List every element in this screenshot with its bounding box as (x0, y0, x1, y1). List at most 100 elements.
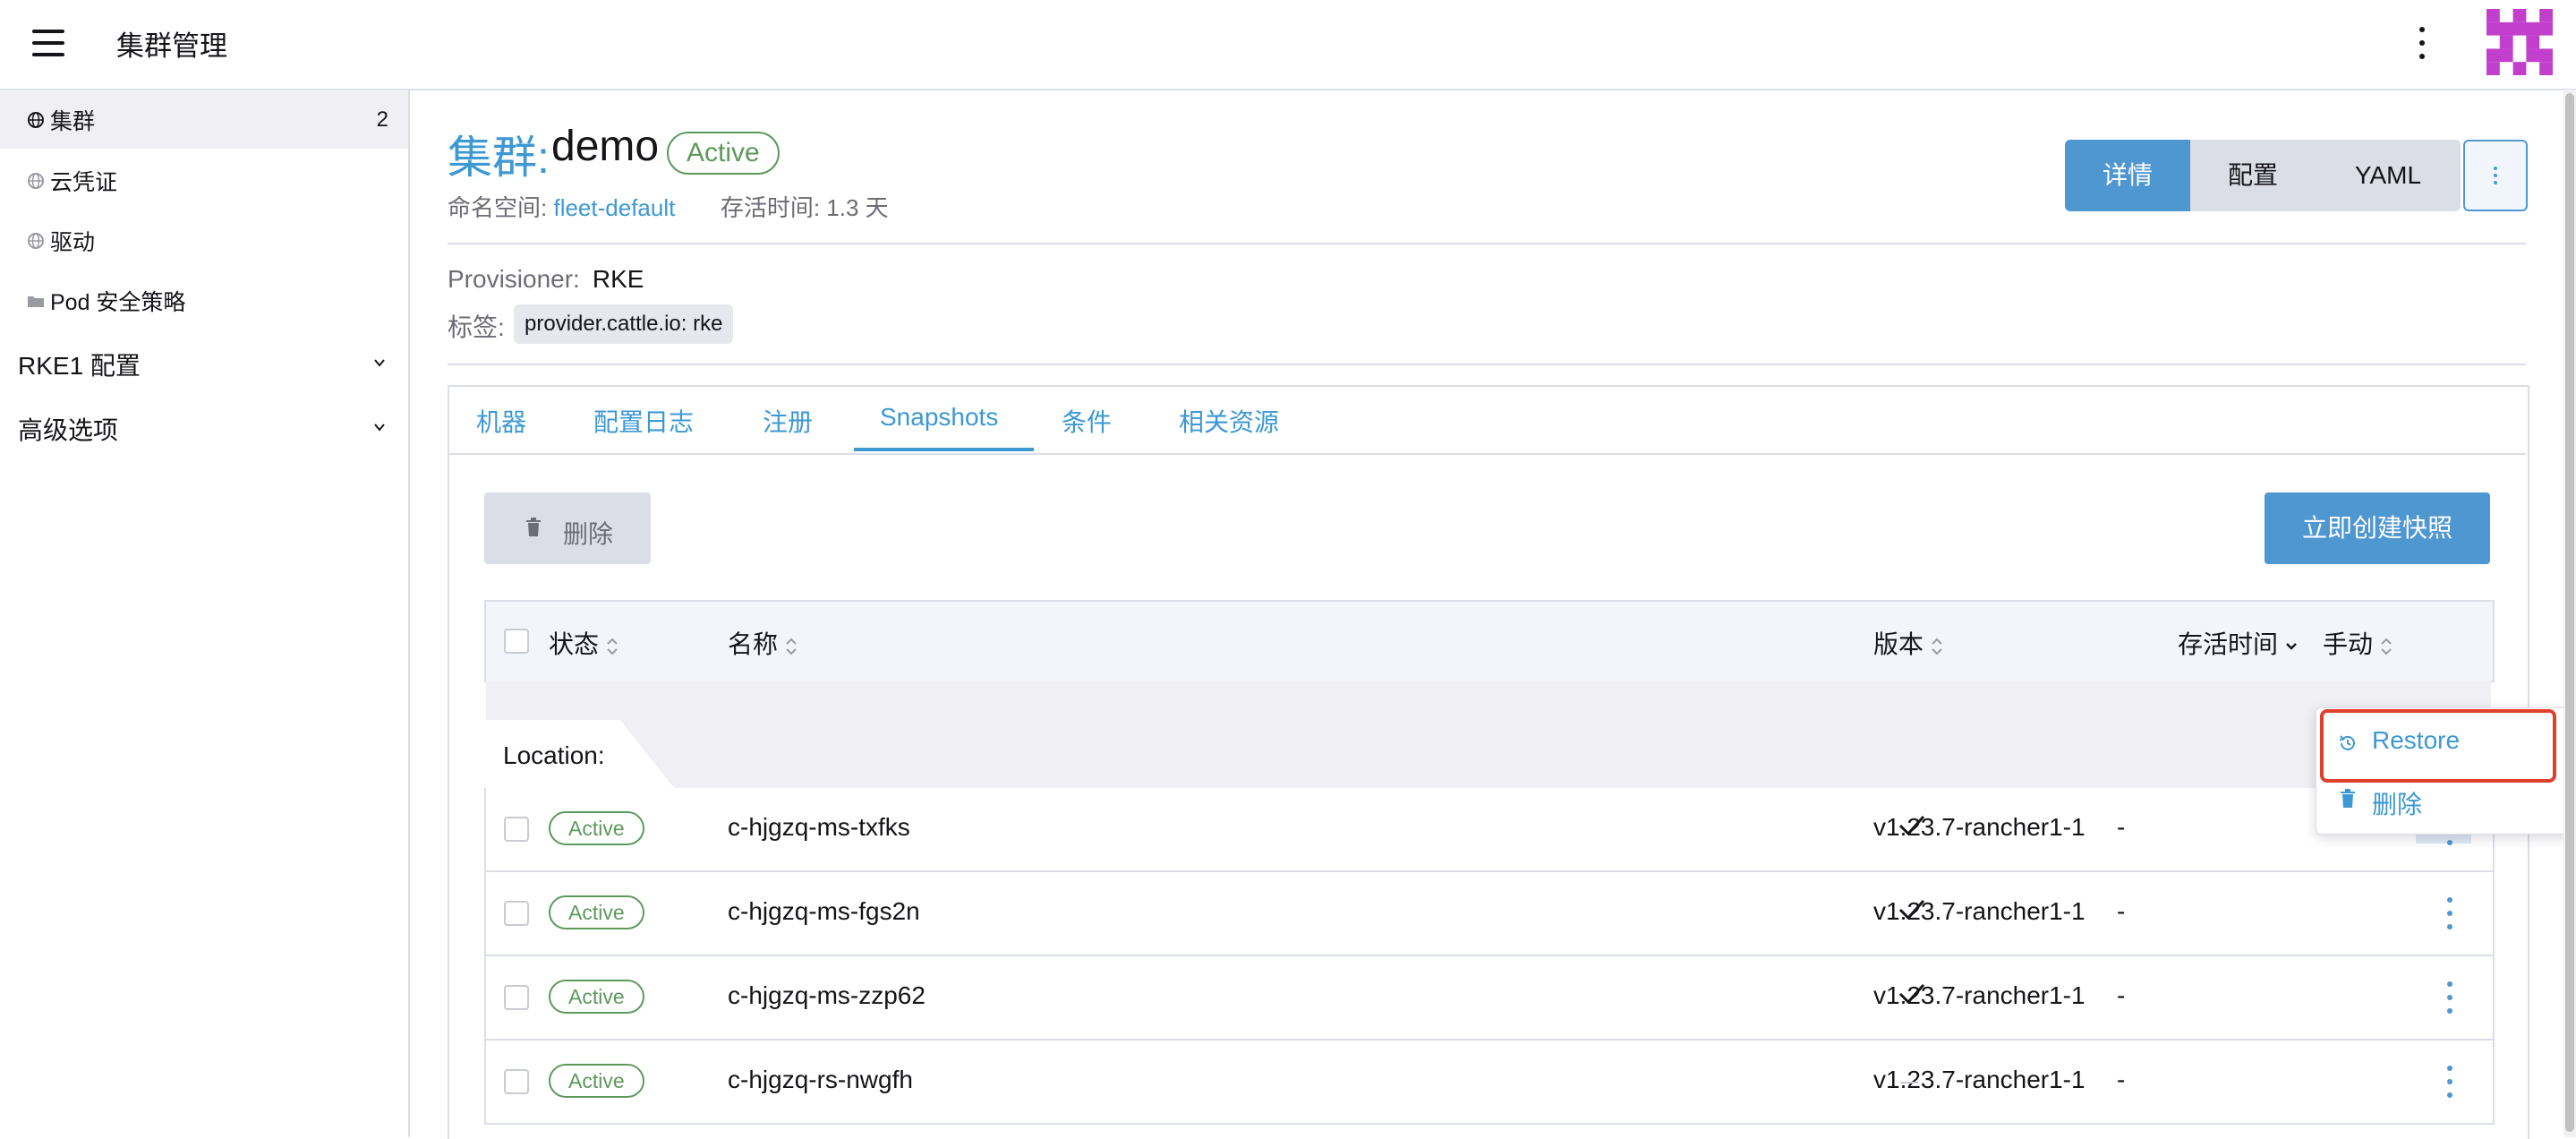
tab-conditions[interactable]: 条件 (1062, 403, 1112, 439)
row-actions-icon[interactable] (2441, 894, 2459, 933)
column-name[interactable]: 名称 (728, 625, 798, 661)
sidebar-item-label: Pod 安全策略 (50, 290, 186, 315)
namespace-link[interactable]: fleet-default (553, 194, 675, 221)
row-checkbox[interactable] (504, 985, 529, 1010)
sidebar-item-clusters[interactable]: 集群 2 (0, 91, 408, 149)
chevron-down-icon[interactable] (372, 420, 387, 434)
column-manual-label: 手动 (2323, 630, 2374, 658)
group-row (486, 681, 2491, 788)
provisioner-info: Provisioner: RKE (448, 265, 644, 294)
sidebar-item-label: 驱动 (50, 230, 96, 255)
sort-icon (1932, 638, 1942, 655)
sidebar-group-label: 高级选项 (18, 416, 119, 444)
page-title: demo (551, 123, 660, 170)
column-age[interactable]: 存活时间 (2178, 625, 2298, 661)
tab-registration[interactable]: 注册 (763, 403, 813, 439)
snapshot-name: c-hjgzq-ms-zzp62 (728, 981, 925, 1009)
column-name-label: 名称 (728, 630, 779, 658)
row-actions-icon[interactable] (2441, 1062, 2459, 1101)
sidebar-item-pod-security-policies[interactable]: Pod 安全策略 (0, 272, 408, 330)
snapshot-name: c-hjgzq-ms-txfks (728, 813, 910, 841)
snapshot-age: - (2117, 1066, 2126, 1093)
snapshot-version: v1.23.7-rancher1-1 (1873, 1066, 2086, 1093)
row-checkbox[interactable] (504, 1069, 529, 1094)
restore-highlight-box (2320, 709, 2556, 783)
table-row[interactable]: Active c-hjgzq-rs-nwgfh v1.23.7-rancher1… (484, 1041, 2495, 1125)
sidebar-group-label: RKE1 配置 (18, 352, 141, 380)
sidebar-group-rke1-config[interactable]: RKE1 配置 (18, 347, 141, 382)
group-label: Location: (503, 741, 605, 769)
column-status[interactable]: 状态 (549, 625, 618, 661)
app-title: 集群管理 (116, 30, 227, 62)
sidebar: 集群 2 云凭证 驱动 Pod 安全策略 RKE1 配置 高级选项 (0, 90, 410, 1137)
tab-bar: 机器 配置日志 注册 Snapshots 条件 相关资源 (449, 387, 2526, 455)
trash-icon (526, 518, 541, 536)
snapshot-age: - (2117, 897, 2126, 925)
provisioner-label: Provisioner: (448, 265, 580, 293)
tab-snapshots[interactable]: Snapshots (880, 403, 998, 432)
sidebar-item-count: 2 (376, 107, 388, 132)
detail-view-button[interactable]: 详情 (2065, 140, 2190, 211)
globe-icon (28, 233, 44, 249)
top-header (0, 0, 2576, 90)
scrollbar-thumb[interactable] (2565, 93, 2574, 1132)
create-snapshot-button[interactable]: 立即创建快照 (2265, 492, 2490, 564)
sort-icon (2381, 638, 2392, 655)
table-header: 状态 名称 版本 存活时间 手动 (484, 600, 2495, 682)
column-status-label: 状态 (549, 630, 600, 658)
trash-icon (2341, 789, 2355, 808)
globe-icon (28, 173, 44, 189)
vertical-ellipsis-icon[interactable] (2413, 23, 2431, 63)
yaml-view-button[interactable]: YAML (2316, 140, 2461, 211)
snapshot-name: c-hjgzq-ms-fgs2n (728, 897, 920, 925)
snapshot-age: - (2117, 813, 2126, 841)
status-badge: Active (549, 895, 644, 929)
sidebar-item-drivers[interactable]: 驱动 (0, 212, 408, 270)
group-tab-edge (620, 720, 674, 788)
table-row[interactable]: Active c-hjgzq-ms-zzp62 v1.23.7-rancher1… (484, 956, 2495, 1041)
table-row[interactable]: Active c-hjgzq-ms-txfks v1.23.7-rancher1… (484, 788, 2495, 872)
column-age-label: 存活时间 (2178, 630, 2279, 658)
user-identicon[interactable] (2486, 9, 2553, 75)
status-badge: Active (667, 132, 780, 175)
row-checkbox[interactable] (504, 817, 529, 842)
age-label: 存活时间: (720, 194, 821, 221)
age-value: 1.3 天 (826, 194, 889, 221)
column-version-label: 版本 (1873, 630, 1924, 658)
column-manual[interactable]: 手动 (2323, 625, 2393, 661)
sidebar-item-cloud-credentials[interactable]: 云凭证 (0, 152, 408, 210)
check-icon (1898, 983, 1925, 1005)
not-manual-dash (1900, 1082, 1918, 1083)
page-title-prefix[interactable]: 集群: (448, 122, 550, 186)
menu-item-label: 删除 (2372, 791, 2423, 818)
sort-icon (786, 638, 797, 655)
delete-button[interactable]: 删除 (484, 492, 651, 564)
config-view-button[interactable]: 配置 (2190, 140, 2316, 211)
sidebar-group-advanced[interactable]: 高级选项 (18, 411, 118, 447)
status-badge: Active (549, 1064, 644, 1098)
snapshot-name: c-hjgzq-rs-nwgfh (728, 1066, 913, 1093)
page-meta: 命名空间: fleet-default 存活时间: 1.3 天 (448, 190, 889, 223)
hamburger-icon[interactable] (32, 30, 64, 56)
chevron-down-icon[interactable] (372, 355, 387, 370)
tab-related-resources[interactable]: 相关资源 (1179, 403, 1279, 439)
label-chip: provider.cattle.io: rke (514, 304, 734, 344)
folder-icon (28, 296, 44, 307)
check-icon (1898, 899, 1925, 921)
view-mode-toggle: 详情 配置 YAML (2065, 140, 2461, 211)
active-tab-indicator (854, 448, 1034, 451)
row-checkbox[interactable] (504, 901, 529, 926)
select-all-checkbox[interactable] (504, 629, 529, 654)
table-row[interactable]: Active c-hjgzq-ms-fgs2n v1.23.7-rancher1… (484, 872, 2495, 956)
divider (448, 243, 2526, 244)
column-version[interactable]: 版本 (1873, 625, 1943, 661)
globe-icon (28, 112, 44, 128)
tab-machines[interactable]: 机器 (476, 403, 526, 439)
divider (448, 364, 2526, 365)
namespace-label: 命名空间: (448, 194, 548, 221)
tab-provisioning-log[interactable]: 配置日志 (593, 403, 694, 439)
sidebar-item-label: 云凭证 (50, 170, 118, 195)
row-actions-icon[interactable] (2441, 978, 2459, 1017)
sort-desc-icon (2286, 642, 2297, 650)
more-actions-button[interactable] (2463, 140, 2528, 211)
